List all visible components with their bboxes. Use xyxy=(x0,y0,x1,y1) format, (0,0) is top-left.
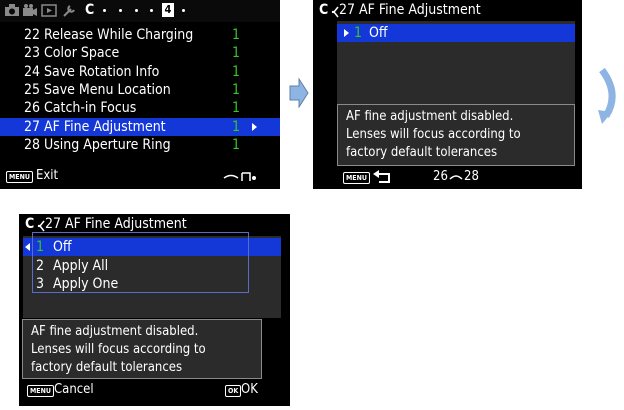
page-dot xyxy=(150,9,153,12)
item-value: 1 xyxy=(232,45,241,61)
movie-tab-icon[interactable] xyxy=(22,3,38,17)
custom-menu-screen: C 4 22 Release While Charging 1 23 Color… xyxy=(0,0,280,189)
info-line: AF fine adjustment disabled. xyxy=(31,324,199,339)
af-fine-adjustment-screen: C 27 AF Fine Adjustment 1 Off AF fine ad… xyxy=(313,0,582,189)
ok-button-badge[interactable]: OK xyxy=(225,385,242,397)
option-label: Off xyxy=(369,25,388,41)
curved-flow-arrow-icon xyxy=(596,66,622,130)
item-value: 1 xyxy=(232,137,241,153)
ok-label: OK xyxy=(241,382,258,397)
camera-tab-icon[interactable] xyxy=(4,3,20,17)
page-dot xyxy=(182,9,185,12)
submenu-arrow-icon xyxy=(252,123,257,131)
menu-item-catch-in-focus[interactable]: 26 Catch-in Focus 1 xyxy=(0,99,280,117)
item-label: AF Fine Adjustment xyxy=(44,119,166,135)
right-flow-arrow-icon xyxy=(289,77,309,112)
menu-footer: MENU Exit xyxy=(0,168,280,184)
custom-tab-c[interactable]: C xyxy=(85,2,94,18)
info-description: AF fine adjustment disabled. Lenses will… xyxy=(337,104,575,166)
item-number: 24 xyxy=(24,64,41,80)
menu-item-af-fine-adjustment[interactable]: 27 AF Fine Adjustment 1 xyxy=(0,118,280,136)
cursor-arrow-icon xyxy=(25,243,30,251)
info-line: factory default tolerances xyxy=(346,145,498,160)
info-line: AF fine adjustment disabled. xyxy=(346,109,514,124)
af-fine-adjustment-options-screen: C 27 AF Fine Adjustment 1 Off 2 Apply Al… xyxy=(19,214,290,406)
dial-icon xyxy=(449,171,463,187)
cancel-label: Cancel xyxy=(54,382,94,397)
menu-button-badge[interactable]: MENU xyxy=(6,171,33,183)
item-label: Using Aperture Ring xyxy=(44,137,171,153)
item-value: 1 xyxy=(232,64,241,80)
current-page-number: 4 xyxy=(162,3,174,17)
screen-header: C 27 AF Fine Adjustment xyxy=(313,0,582,20)
menu-item-save-menu-location[interactable]: 25 Save Menu Location 1 xyxy=(0,81,280,99)
page-dot xyxy=(135,9,138,12)
screen-title: 27 AF Fine Adjustment xyxy=(45,216,187,232)
info-description: AF fine adjustment disabled. Lenses will… xyxy=(22,319,262,379)
screen-footer: MENU Cancel OK OK xyxy=(19,382,290,398)
page-dot xyxy=(119,9,122,12)
item-value: 1 xyxy=(232,27,241,43)
item-number: 25 xyxy=(24,82,41,98)
item-number: 28 xyxy=(24,137,41,153)
screen-title: 27 AF Fine Adjustment xyxy=(339,2,481,18)
item-number: 27 xyxy=(24,119,41,135)
item-label: Release While Charging xyxy=(44,27,194,43)
screen-header: C 27 AF Fine Adjustment xyxy=(19,214,290,234)
option-off-selected[interactable]: 1 Off xyxy=(337,24,575,42)
menu-item-release-while-charging[interactable]: 22 Release While Charging 1 xyxy=(0,26,280,44)
menu-button-badge[interactable]: MENU xyxy=(343,172,370,184)
item-value: 1 xyxy=(232,119,241,135)
info-line: Lenses will focus according to xyxy=(346,127,521,142)
option-number: 1 xyxy=(354,25,363,41)
exit-label: Exit xyxy=(36,168,59,183)
menu-tab-bar: C 4 xyxy=(0,0,280,22)
cursor-arrow-icon xyxy=(344,29,349,37)
item-number: 22 xyxy=(24,27,41,43)
menu-button-badge[interactable]: MENU xyxy=(27,385,54,397)
info-line: factory default tolerances xyxy=(31,360,183,375)
item-value: 1 xyxy=(232,82,241,98)
menu-item-color-space[interactable]: 23 Color Space 1 xyxy=(0,44,280,62)
range-end: 28 xyxy=(464,169,479,184)
info-line: Lenses will focus according to xyxy=(31,342,206,357)
item-label: Catch-in Focus xyxy=(44,100,137,116)
back-icon[interactable] xyxy=(373,170,393,189)
menu-item-save-rotation-info[interactable]: 24 Save Rotation Info 1 xyxy=(0,63,280,81)
setup-wrench-icon[interactable] xyxy=(61,3,77,17)
item-number: 23 xyxy=(24,45,41,61)
options-frame xyxy=(32,232,249,293)
item-value: 1 xyxy=(232,100,241,116)
dial-icon xyxy=(222,169,258,188)
item-label: Save Rotation Info xyxy=(44,64,160,80)
item-label: Color Space xyxy=(44,45,120,61)
screen-footer: MENU 26 28 xyxy=(313,169,582,185)
custom-tab-c: C xyxy=(25,216,35,232)
item-number: 26 xyxy=(24,100,41,116)
playback-tab-icon[interactable] xyxy=(41,3,57,17)
custom-tab-c: C xyxy=(319,2,329,18)
page-dot xyxy=(103,9,106,12)
range-start: 26 xyxy=(433,169,448,184)
menu-item-using-aperture-ring[interactable]: 28 Using Aperture Ring 1 xyxy=(0,136,280,154)
item-label: Save Menu Location xyxy=(44,82,171,98)
